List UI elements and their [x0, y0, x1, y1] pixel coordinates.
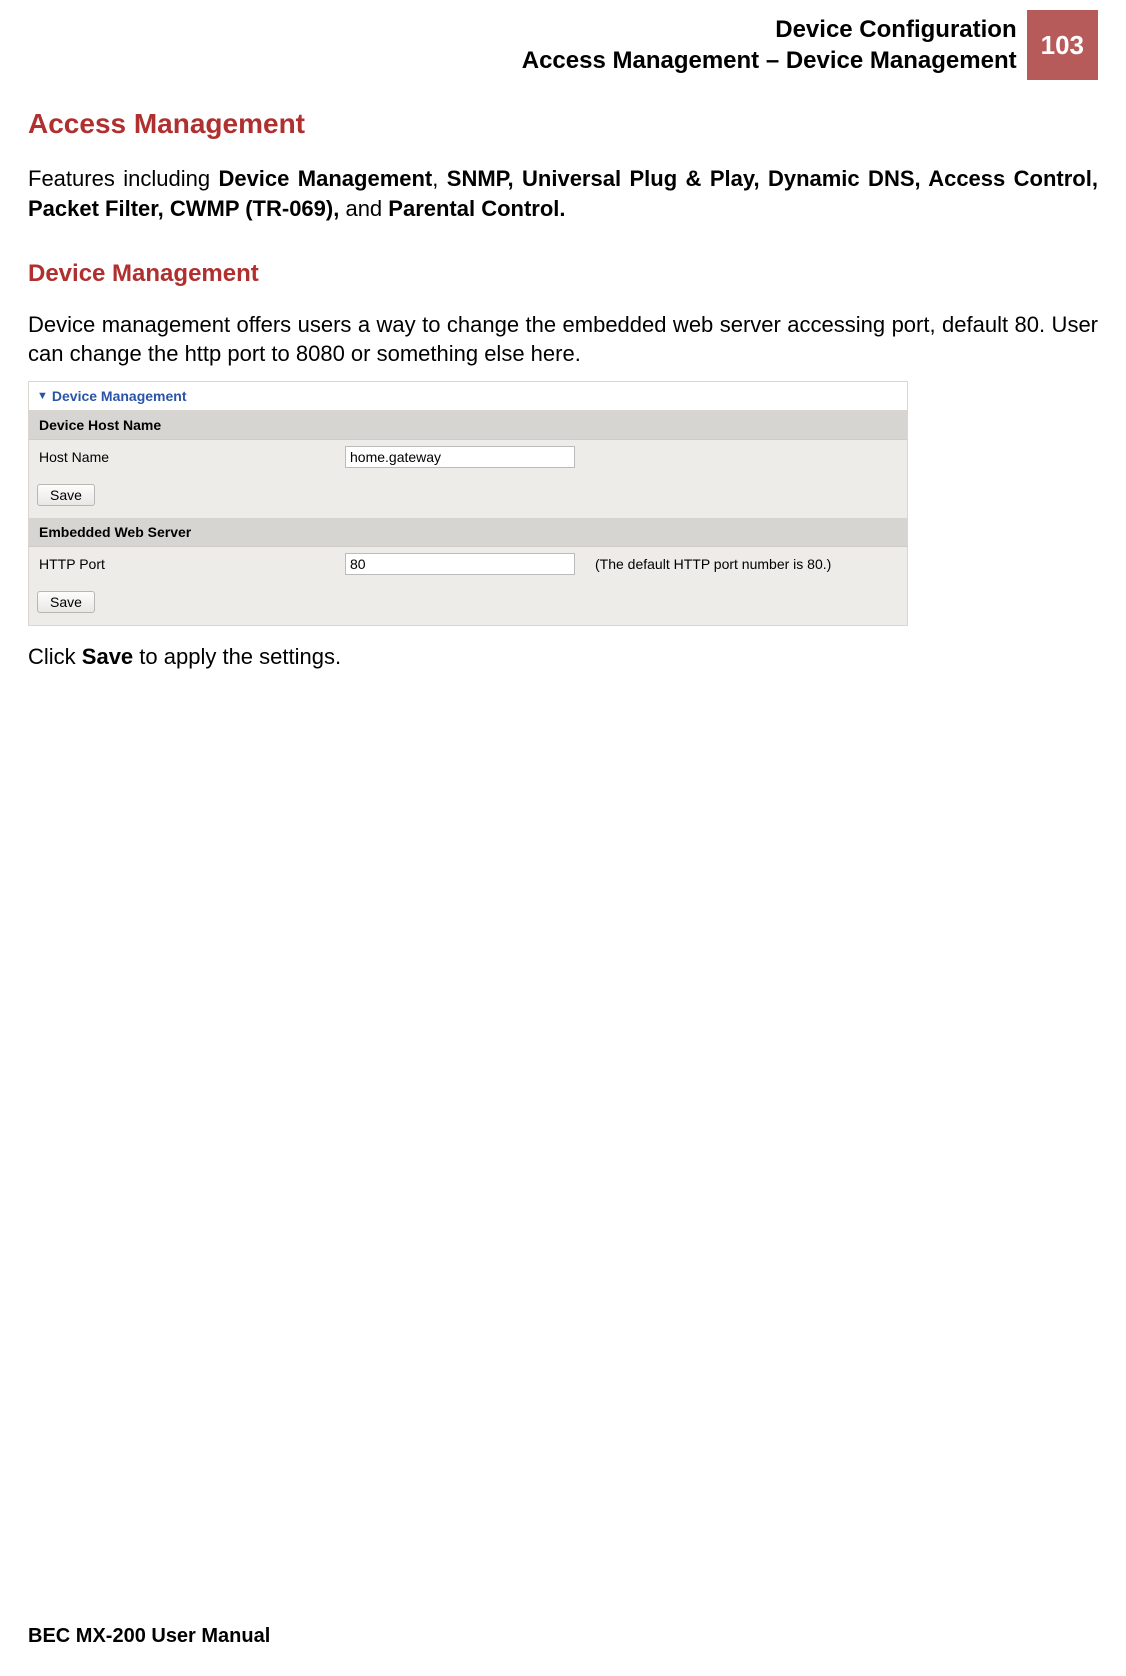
device-host-name-header: Device Host Name [29, 411, 907, 440]
page-number: 103 [1041, 30, 1084, 61]
closing-paragraph: Click Save to apply the settings. [28, 642, 1098, 672]
collapse-triangle-icon: ▼ [37, 390, 48, 402]
device-host-name-block: Host Name Save [29, 440, 907, 518]
footer-text: BEC MX-200 User Manual [28, 1625, 270, 1648]
header-line-1: Device Configuration [522, 14, 1017, 45]
save-button-http-port[interactable]: Save [37, 591, 95, 613]
closing-text-2: to apply the settings. [133, 644, 341, 669]
intro-bold-1: Device Management [218, 166, 432, 191]
host-name-input[interactable] [345, 446, 575, 468]
device-management-description: Device management offers users a way to … [28, 310, 1098, 369]
header-titles: Device Configuration Access Management –… [522, 10, 1027, 80]
intro-paragraph: Features including Device Management, SN… [28, 164, 1098, 223]
closing-text-1: Click [28, 644, 82, 669]
panel-title-text: Device Management [52, 388, 187, 404]
embedded-web-server-header: Embedded Web Server [29, 518, 907, 547]
host-name-save-row: Save [29, 474, 907, 518]
device-management-panel: ▼ Device Management Device Host Name Hos… [28, 381, 908, 626]
page-header: Device Configuration Access Management –… [28, 10, 1098, 80]
intro-text-3: and [339, 196, 388, 221]
host-name-row: Host Name [29, 440, 907, 474]
intro-text-1: Features including [28, 166, 218, 191]
page-number-badge: 103 [1027, 10, 1098, 80]
http-port-hint: (The default HTTP port number is 80.) [585, 556, 831, 572]
section-heading-access-management: Access Management [28, 108, 1098, 140]
http-port-save-row: Save [29, 581, 907, 625]
intro-bold-3: Parental Control. [388, 196, 565, 221]
http-port-row: HTTP Port (The default HTTP port number … [29, 547, 907, 581]
intro-text-2: , [432, 166, 447, 191]
closing-bold: Save [82, 644, 133, 669]
http-port-label: HTTP Port [39, 556, 335, 572]
section-heading-device-management: Device Management [28, 260, 1098, 288]
panel-title-bar[interactable]: ▼ Device Management [29, 382, 907, 411]
header-line-2: Access Management – Device Management [522, 45, 1017, 76]
http-port-input[interactable] [345, 553, 575, 575]
embedded-web-server-block: HTTP Port (The default HTTP port number … [29, 547, 907, 625]
host-name-label: Host Name [39, 449, 335, 465]
save-button-host-name[interactable]: Save [37, 484, 95, 506]
